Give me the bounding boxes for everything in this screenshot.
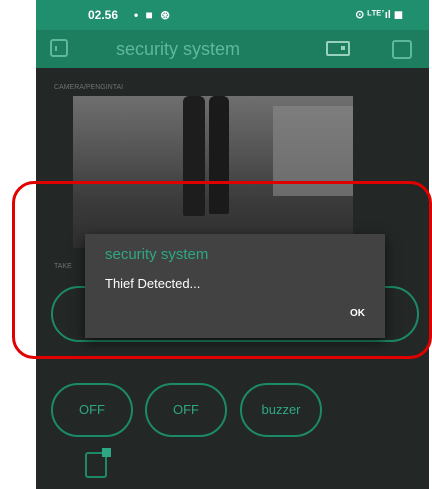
notification-icons: • ■ ⊛ (134, 8, 173, 22)
status-bar: 02.56 • ■ ⊛ ⊙ ᴸᵀᴱ᾿ıl ◼ (36, 0, 429, 30)
device-icon[interactable] (326, 41, 350, 56)
highlight-annotation (12, 181, 432, 359)
toggle-button-2[interactable]: OFF (145, 383, 227, 437)
app-title: security system (116, 39, 241, 59)
status-time: 02.56 (88, 8, 119, 22)
play-icon[interactable] (392, 40, 412, 59)
toggle-button-1[interactable]: OFF (51, 383, 133, 437)
signal-battery-icons: ⊙ ᴸᵀᴱ᾿ıl ◼ (355, 9, 403, 21)
project-icon[interactable] (50, 39, 68, 57)
app-bar: security system (36, 30, 429, 68)
device-add-icon[interactable] (85, 448, 111, 478)
camera-label: CAMERA/PENGINTAI (54, 84, 124, 91)
buzzer-button[interactable]: buzzer (240, 383, 322, 437)
